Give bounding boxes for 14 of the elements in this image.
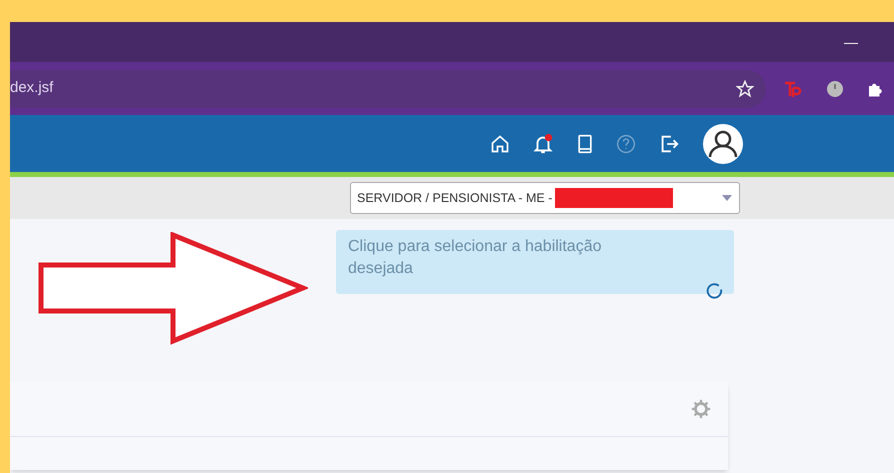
refresh-icon[interactable]	[706, 283, 724, 299]
minimize-button[interactable]: —	[844, 32, 858, 52]
address-bar[interactable]: dex.jsf	[10, 70, 766, 108]
book-icon[interactable]	[576, 134, 594, 154]
tooltip-text: Clique para selecionar a habilitação desejada	[348, 237, 602, 279]
profile-select[interactable]: SERVIDOR / PENSIONISTA - ME -	[350, 182, 740, 214]
bell-icon[interactable]	[532, 132, 554, 154]
url-text: dex.jsf	[10, 78, 54, 98]
extension-icon[interactable]	[826, 80, 844, 98]
star-icon[interactable]	[736, 80, 754, 98]
home-icon[interactable]	[490, 134, 510, 154]
selected-profile-text: SERVIDOR / PENSIONISTA - ME -	[357, 190, 552, 207]
avatar-icon[interactable]	[702, 122, 744, 164]
caret-icon	[721, 194, 733, 202]
